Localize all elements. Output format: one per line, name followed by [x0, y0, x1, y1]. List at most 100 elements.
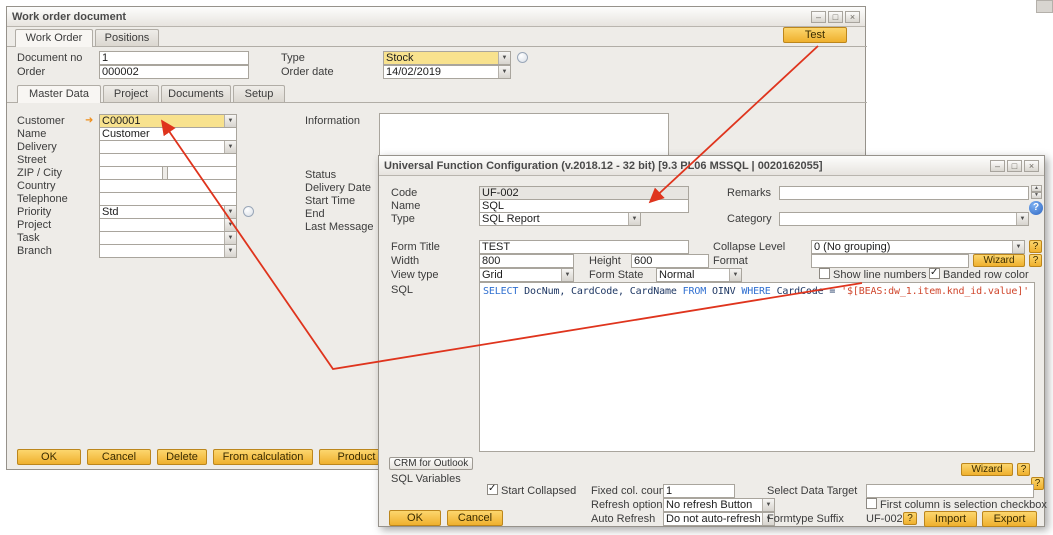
task-select[interactable]	[99, 231, 237, 245]
priority-select[interactable]: Std	[99, 205, 237, 219]
format-field[interactable]	[811, 254, 969, 268]
desktop-background: Work order document – □ × Work Order Pos…	[0, 0, 1053, 535]
telephone-field[interactable]	[99, 192, 237, 206]
form-title-label: Form Title	[391, 241, 440, 253]
name-field[interactable]: Customer	[99, 127, 237, 141]
formtype-suffix-label: Formtype Suffix	[767, 513, 844, 525]
delete-button[interactable]: Delete	[157, 449, 207, 465]
window-title: Universal Function Configuration (v.2018…	[384, 160, 823, 172]
form-title-field[interactable]: TEST	[479, 240, 689, 254]
uf-type-value: SQL Report	[482, 213, 627, 225]
branch-label: Branch	[17, 245, 52, 257]
sql-keyword: SELECT	[483, 286, 524, 297]
crm-for-outlook-button[interactable]: CRM for Outlook	[389, 457, 473, 470]
uf-cancel-button[interactable]: Cancel	[447, 510, 503, 526]
sql-table: OINV	[712, 286, 741, 297]
order-field[interactable]: 000002	[99, 65, 249, 79]
status-label: Status	[305, 169, 336, 181]
project-label: Project	[17, 219, 51, 231]
close-icon[interactable]: ×	[1024, 160, 1039, 172]
order-date-select[interactable]: 14/02/2019	[383, 65, 511, 79]
type-value: Stock	[386, 52, 497, 64]
auto-refresh-select[interactable]: Do not auto-refresh	[663, 512, 775, 526]
format-help-button[interactable]: ?	[1029, 254, 1042, 267]
universal-function-window: Universal Function Configuration (v.2018…	[378, 155, 1045, 527]
delivery-label: Delivery	[17, 141, 57, 153]
project-select[interactable]	[99, 218, 237, 232]
customer-label: Customer	[17, 115, 65, 127]
width-field[interactable]: 800	[479, 254, 574, 268]
import-button[interactable]: Import	[924, 511, 977, 527]
code-label: Code	[391, 187, 417, 199]
priority-info-icon[interactable]	[243, 206, 254, 217]
delivery-select[interactable]	[99, 140, 237, 154]
subtab-project[interactable]: Project	[103, 85, 159, 102]
sql-variables-help-button[interactable]: ?	[1017, 463, 1030, 476]
uf-ok-button[interactable]: OK	[389, 510, 441, 526]
collapse-level-select[interactable]: 0 (No grouping)	[811, 240, 1025, 254]
street-field[interactable]	[99, 153, 237, 167]
zip-field[interactable]	[99, 166, 163, 180]
sql-variables-wizard-button[interactable]: Wizard	[961, 463, 1013, 476]
type-select[interactable]: Stock	[383, 51, 511, 65]
from-calculation-button[interactable]: From calculation	[213, 449, 313, 465]
refresh-option-label: Refresh option	[591, 499, 663, 511]
link-arrow-icon[interactable]	[85, 115, 93, 126]
test-button[interactable]: Test	[783, 27, 847, 43]
uf-type-select[interactable]: SQL Report	[479, 212, 641, 226]
type-info-icon[interactable]	[517, 52, 528, 63]
tab-divider	[7, 46, 867, 47]
fixed-col-count-field[interactable]: 1	[663, 484, 735, 498]
sql-beas-variable-string: '$[BEAS:dw_1.item.knd_id.value]'	[841, 286, 1029, 297]
branch-select[interactable]	[99, 244, 237, 258]
banded-row-color-checkbox[interactable]	[929, 268, 940, 279]
remarks-label: Remarks	[727, 187, 771, 199]
first-column-selection-checkbox[interactable]	[866, 498, 877, 509]
form-state-select[interactable]: Normal	[656, 268, 742, 282]
subtab-documents[interactable]: Documents	[161, 85, 231, 102]
subtab-master-data[interactable]: Master Data	[17, 85, 101, 103]
format-wizard-button[interactable]: Wizard	[973, 254, 1025, 267]
refresh-option-select[interactable]: No refresh Button	[663, 498, 775, 512]
window-controls: – □ ×	[990, 160, 1039, 172]
city-field[interactable]	[167, 166, 237, 180]
auto-refresh-label: Auto Refresh	[591, 513, 655, 525]
select-data-target-field[interactable]	[866, 484, 1034, 498]
cancel-button[interactable]: Cancel	[87, 449, 151, 465]
category-select[interactable]	[779, 212, 1029, 226]
collapse-level-help-button[interactable]: ?	[1029, 240, 1042, 253]
formtype-suffix-help-button[interactable]: ?	[903, 512, 917, 525]
minimize-icon[interactable]: –	[811, 11, 826, 23]
tab-work-order[interactable]: Work Order	[15, 29, 93, 47]
start-collapsed-checkbox[interactable]	[487, 484, 498, 495]
height-field[interactable]: 600	[631, 254, 709, 268]
export-button[interactable]: Export	[982, 511, 1037, 527]
ok-button[interactable]: OK	[17, 449, 81, 465]
maximize-icon[interactable]: □	[1007, 160, 1022, 172]
category-label: Category	[727, 213, 772, 225]
height-label: Height	[589, 255, 621, 267]
form-state-label: Form State	[589, 269, 643, 281]
spinner-down-icon[interactable]	[1031, 192, 1042, 199]
document-no-field[interactable]: 1	[99, 51, 249, 65]
sql-editor[interactable]: SELECT DocNum, CardCode, CardName FROM O…	[479, 282, 1035, 452]
minimize-icon[interactable]: –	[990, 160, 1005, 172]
sql-columns: DocNum, CardCode, CardName	[524, 286, 683, 297]
spinner-up-icon[interactable]	[1031, 185, 1042, 192]
window-controls: – □ ×	[811, 11, 860, 23]
help-icon[interactable]: ?	[1029, 201, 1043, 215]
close-icon[interactable]: ×	[845, 11, 860, 23]
country-field[interactable]	[99, 179, 237, 193]
remarks-field[interactable]	[779, 186, 1029, 200]
customer-select[interactable]: C00001	[99, 114, 237, 128]
view-type-select[interactable]: Grid	[479, 268, 574, 282]
show-line-numbers-checkbox[interactable]	[819, 268, 830, 279]
subtab-setup[interactable]: Setup	[233, 85, 285, 102]
name-field[interactable]: SQL	[479, 199, 689, 213]
sql-condition: CardCode =	[777, 286, 842, 297]
tab-positions[interactable]: Positions	[95, 29, 159, 46]
sql-label: SQL	[391, 284, 413, 296]
telephone-label: Telephone	[17, 193, 68, 205]
maximize-icon[interactable]: □	[828, 11, 843, 23]
collapse-level-value: 0 (No grouping)	[814, 241, 1011, 253]
